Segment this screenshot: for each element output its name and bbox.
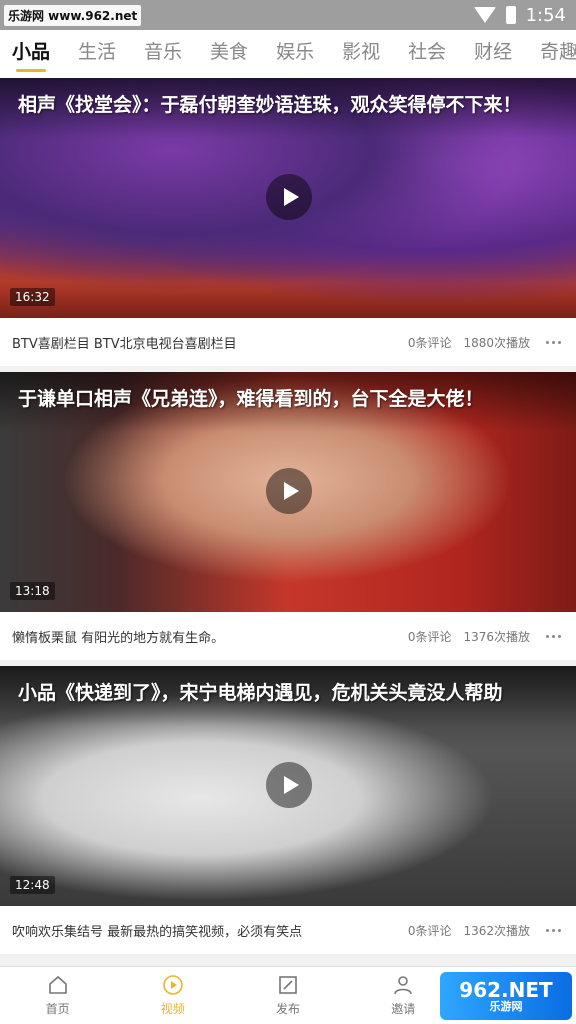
more-options-icon[interactable]: [546, 928, 564, 932]
nav-video[interactable]: 视频: [115, 967, 230, 1024]
publish-icon: [277, 974, 299, 996]
play-icon: [283, 776, 299, 794]
tab-qiqu[interactable]: 奇趣: [540, 30, 576, 78]
nav-publish[interactable]: 发布: [230, 967, 345, 1024]
tab-caijing[interactable]: 财经: [474, 30, 512, 78]
video-play-icon: [162, 974, 184, 996]
play-count: 1376次播放: [463, 629, 530, 644]
video-meta: BTV喜剧栏目 BTV北京电视台喜剧栏目 0条评论 1880次播放: [0, 318, 576, 366]
more-options-icon[interactable]: [546, 340, 564, 344]
video-duration: 16:32: [10, 288, 55, 306]
video-thumbnail[interactable]: 于谦单口相声《兄弟连》，难得看到的，台下全是大佬！ 13:18: [0, 372, 576, 612]
battery-icon: [505, 6, 516, 24]
play-icon: [283, 188, 299, 206]
watermark-badge: 乐游网 www.962.net: [4, 4, 142, 26]
play-count: 1362次播放: [463, 923, 530, 938]
video-card[interactable]: 小品《快递到了》，宋宁电梯内遇见，危机关头竟没人帮助 12:48 吹响欢乐集结号…: [0, 666, 576, 954]
nav-home[interactable]: 首页: [0, 967, 115, 1024]
video-duration: 13:18: [10, 582, 55, 600]
play-icon: [283, 482, 299, 500]
play-button[interactable]: [266, 174, 312, 220]
video-title: 于谦单口相声《兄弟连》，难得看到的，台下全是大佬！: [18, 388, 484, 410]
nav-label: 发布: [276, 1002, 301, 1016]
play-count: 1880次播放: [463, 335, 530, 350]
video-card[interactable]: 相声《找堂会》：于磊付朝奎妙语连珠，观众笑得停不下来！ 16:32 BTV喜剧栏…: [0, 78, 576, 366]
watermark-big: 962.NET: [459, 978, 553, 1002]
comment-count: 0条评论: [407, 923, 452, 938]
tab-yule[interactable]: 娱乐: [276, 30, 314, 78]
play-button[interactable]: [266, 762, 312, 808]
more-options-icon[interactable]: [546, 634, 564, 638]
video-title: 小品《快递到了》，宋宁电梯内遇见，危机关头竟没人帮助: [18, 682, 503, 704]
tab-shehui[interactable]: 社会: [408, 30, 446, 78]
tab-yinyue[interactable]: 音乐: [144, 30, 182, 78]
video-title: 相声《找堂会》：于磊付朝奎妙语连珠，观众笑得停不下来！: [18, 94, 522, 116]
video-meta: 吹响欢乐集结号 最新最热的搞笑视频，必须有笑点 0条评论 1362次播放: [0, 906, 576, 954]
category-tabs: 小品 生活 音乐 美食 娱乐 影视 社会 财经 奇趣: [0, 30, 576, 78]
nav-label: 首页: [45, 1002, 70, 1016]
video-thumbnail[interactable]: 相声《找堂会》：于磊付朝奎妙语连珠，观众笑得停不下来！ 16:32: [0, 78, 576, 318]
status-bar: 乐游网 www.962.net 1:54: [0, 0, 576, 30]
watermark-logo: 962.NET 乐游网: [440, 972, 572, 1020]
video-thumbnail[interactable]: 小品《快递到了》，宋宁电梯内遇见，危机关头竟没人帮助 12:48: [0, 666, 576, 906]
tab-yingshi[interactable]: 影视: [342, 30, 380, 78]
home-icon: [47, 974, 69, 996]
video-duration: 12:48: [10, 876, 55, 894]
video-meta: 懒惰板栗鼠 有阳光的地方就有生命。 0条评论 1376次播放: [0, 612, 576, 660]
status-clock: 1:54: [525, 4, 566, 26]
invite-user-icon: [392, 974, 414, 996]
video-description: 懒惰板栗鼠 有阳光的地方就有生命。: [12, 630, 225, 646]
tab-shenghuo[interactable]: 生活: [78, 30, 116, 78]
tab-meishi[interactable]: 美食: [210, 30, 248, 78]
comment-count: 0条评论: [407, 335, 452, 350]
tab-xiaopin[interactable]: 小品: [12, 30, 50, 78]
play-button[interactable]: [266, 468, 312, 514]
video-feed: 相声《找堂会》：于磊付朝奎妙语连珠，观众笑得停不下来！ 16:32 BTV喜剧栏…: [0, 78, 576, 960]
video-card[interactable]: 于谦单口相声《兄弟连》，难得看到的，台下全是大佬！ 13:18 懒惰板栗鼠 有阳…: [0, 372, 576, 660]
video-description: BTV喜剧栏目 BTV北京电视台喜剧栏目: [12, 336, 237, 352]
comment-count: 0条评论: [407, 629, 452, 644]
nav-label: 视频: [160, 1002, 185, 1016]
status-icons: 1:54: [473, 4, 566, 26]
video-description: 吹响欢乐集结号 最新最热的搞笑视频，必须有笑点: [12, 924, 303, 940]
watermark-small: 乐游网: [489, 1000, 523, 1013]
nav-label: 邀请: [391, 1002, 416, 1016]
wifi-icon: [473, 7, 496, 23]
